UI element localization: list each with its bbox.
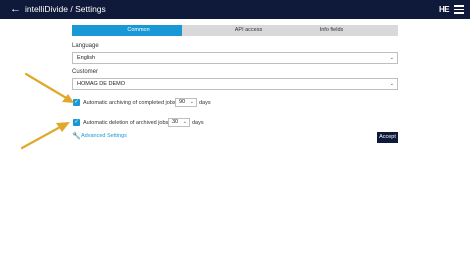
language-value: English [77,55,96,61]
deletion-unit: days [192,120,204,126]
chevron-down-icon: ⌄ [189,99,194,105]
annotation-arrow-icon [24,72,74,103]
back-arrow-icon[interactable]: ← [10,2,21,16]
tab-api-access-label: API access [234,27,263,33]
chevron-down-icon: ⌄ [182,119,187,125]
customer-select[interactable]: HOMAG DE DEMO ⌄ [72,78,398,90]
archiving-unit: days [199,100,211,106]
deletion-label: Automatic deletion of archived jobs afte… [83,120,181,126]
deletion-days-select[interactable]: 30 ⌄ [168,118,190,127]
archiving-days-value: 90 [179,99,186,105]
language-select[interactable]: English ⌄ [72,52,398,64]
archiving-label: Automatic archiving of completed jobs af… [83,100,189,106]
chevron-down-icon: ⌄ [389,81,394,87]
customer-value: HOMAG DE DEMO [77,81,125,87]
advanced-settings-label: Advanced Settings [81,133,127,139]
language-label: Language [72,43,99,49]
chevron-down-icon: ⌄ [389,55,394,61]
top-bar: ← intelliDivide / Settings HE [0,0,470,19]
brand-logo: HE [439,5,450,14]
deletion-days-value: 30 [172,119,179,125]
page-title: intelliDivide / Settings [25,4,106,14]
annotation-arrow-icon [20,122,70,150]
tab-info-fields[interactable]: Info fields [265,25,398,36]
hamburger-menu-icon[interactable] [454,5,464,14]
archiving-days-select[interactable]: 90 ⌄ [175,98,197,107]
accept-button[interactable]: Accept [377,132,398,143]
app: ← intelliDivide / Settings HE Common API… [0,0,470,264]
